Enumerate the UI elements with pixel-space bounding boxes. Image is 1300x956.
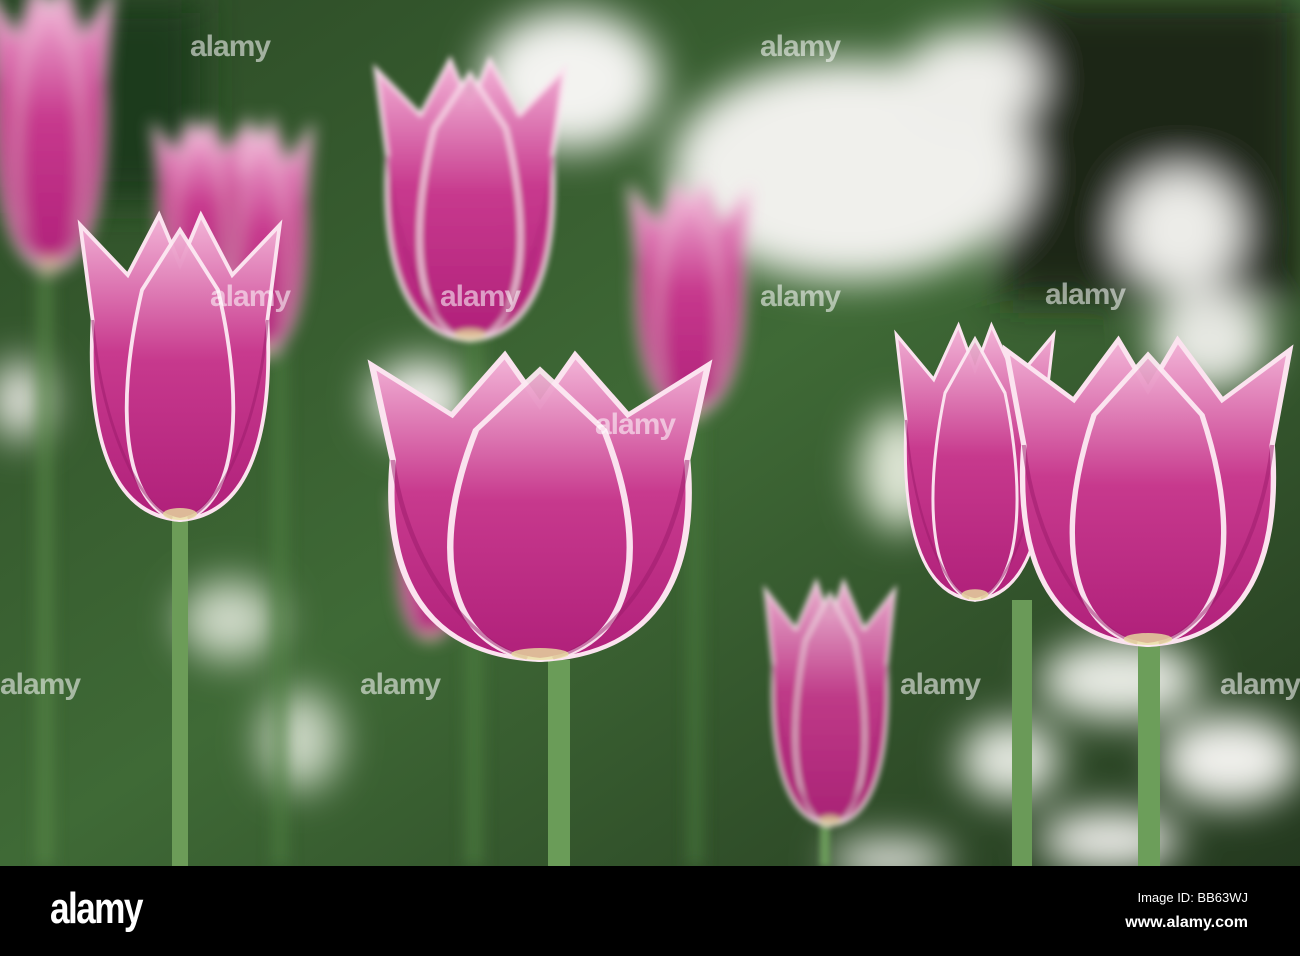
watermark: alamy [1045, 278, 1126, 311]
image-id: Image ID: BB63WJ [1137, 890, 1248, 905]
watermark-footer: alamy Image ID: BB63WJ www.alamy.com [0, 866, 1300, 956]
watermark: alamy [595, 408, 676, 441]
site-url: www.alamy.com [1125, 914, 1248, 931]
watermark: alamy [760, 280, 841, 313]
watermark: alamy [1220, 668, 1300, 701]
stock-photo: alamy alamy alamy alamy alamy alamy alam… [0, 0, 1300, 956]
watermark: alamy [760, 30, 841, 63]
watermark: alamy [440, 280, 521, 313]
watermark: alamy [0, 668, 81, 701]
watermark: alamy [210, 280, 291, 313]
alamy-logo: alamy [50, 884, 143, 933]
watermark: alamy [900, 668, 981, 701]
watermark: alamy [190, 30, 271, 63]
watermark: alamy [360, 668, 441, 701]
